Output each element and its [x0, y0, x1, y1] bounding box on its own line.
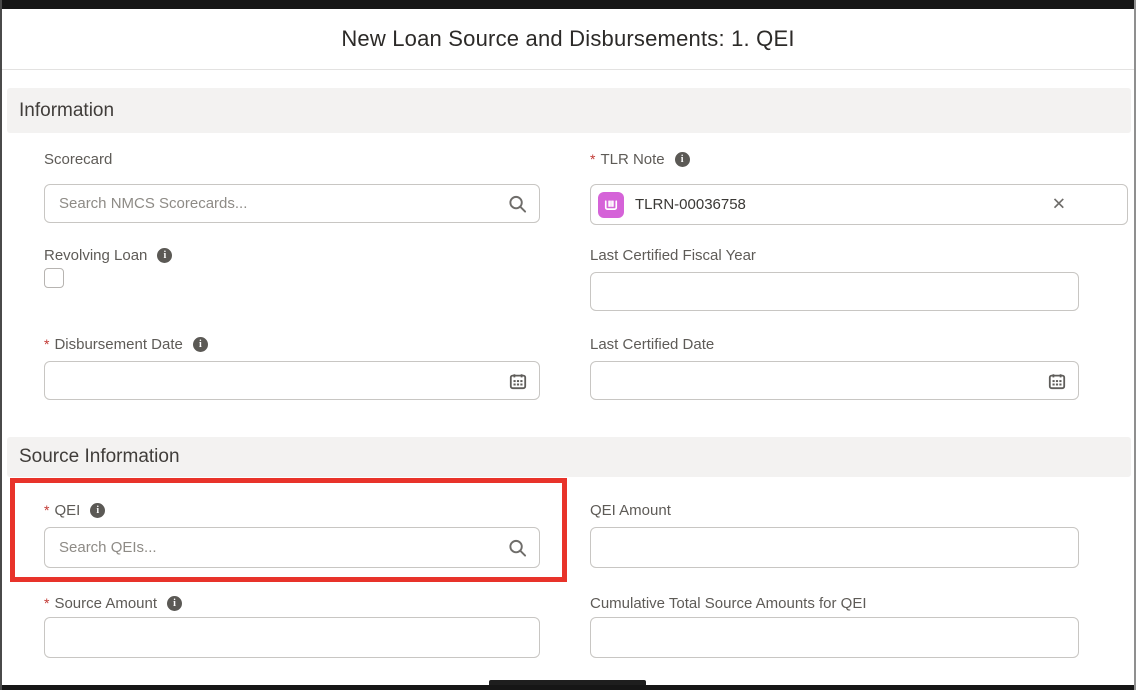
section-title: Information [7, 100, 114, 122]
source-amount-label: * Source Amount i [44, 594, 182, 612]
tlr-note-selected-pill[interactable]: TLRN-00036758 [590, 184, 1128, 225]
close-icon[interactable]: ✕ [1052, 195, 1066, 212]
disbursement-date-label: * Disbursement Date i [44, 335, 208, 353]
calendar-icon[interactable] [1048, 372, 1066, 390]
required-asterisk: * [590, 151, 595, 167]
qei-lookup [44, 527, 540, 568]
scorecard-lookup [44, 184, 540, 223]
last-certified-fiscal-year-input[interactable] [590, 272, 1079, 311]
scorecard-label: Scorecard [44, 150, 112, 168]
source-amount-input[interactable] [44, 617, 540, 658]
modal-window: New Loan Source and Disbursements: 1. QE… [0, 0, 1136, 690]
revolving-loan-checkbox[interactable] [44, 268, 64, 288]
last-certified-fiscal-year-field [590, 272, 1079, 311]
info-icon[interactable]: i [90, 503, 105, 518]
page-title: New Loan Source and Disbursements: 1. QE… [341, 26, 794, 52]
window-bottom-border [2, 685, 1136, 690]
scorecard-search-input[interactable] [44, 184, 540, 223]
search-icon[interactable] [508, 538, 527, 557]
last-certified-fiscal-year-label: Last Certified Fiscal Year [590, 246, 756, 264]
disbursement-date-input[interactable] [44, 361, 540, 400]
calendar-icon[interactable] [509, 372, 527, 390]
qei-amount-field [590, 527, 1079, 568]
required-asterisk: * [44, 336, 49, 352]
last-certified-date-input[interactable] [590, 361, 1079, 400]
section-header-source-information: Source Information [7, 437, 1131, 477]
info-icon[interactable]: i [157, 248, 172, 263]
required-asterisk: * [44, 595, 49, 611]
modal-header: New Loan Source and Disbursements: 1. QE… [2, 9, 1134, 69]
cumulative-total-field [590, 617, 1079, 658]
last-certified-date-field [590, 361, 1079, 400]
search-icon[interactable] [508, 194, 527, 213]
header-divider [2, 69, 1134, 70]
source-amount-field [44, 617, 540, 658]
tlr-note-field[interactable]: TLRN-00036758 ✕ [590, 184, 1079, 223]
tlr-note-label: * TLR Note i [590, 150, 690, 168]
info-icon[interactable]: i [675, 152, 690, 167]
qei-amount-label: QEI Amount [590, 501, 671, 519]
info-icon[interactable]: i [193, 337, 208, 352]
section-title: Source Information [7, 446, 180, 468]
window-top-border [2, 0, 1136, 9]
revolving-loan-label: Revolving Loan i [44, 246, 172, 264]
required-asterisk: * [44, 502, 49, 518]
cumulative-total-label: Cumulative Total Source Amounts for QEI [590, 594, 867, 612]
qei-label: * QEI i [44, 501, 105, 519]
disbursement-date-field [44, 361, 540, 400]
tlr-record-icon [598, 192, 624, 218]
cumulative-total-input[interactable] [590, 617, 1079, 658]
section-header-information: Information [7, 88, 1131, 133]
qei-amount-input[interactable] [590, 527, 1079, 568]
qei-search-input[interactable] [44, 527, 540, 568]
info-icon[interactable]: i [167, 596, 182, 611]
tlr-note-value: TLRN-00036758 [635, 196, 746, 213]
last-certified-date-label: Last Certified Date [590, 335, 714, 353]
